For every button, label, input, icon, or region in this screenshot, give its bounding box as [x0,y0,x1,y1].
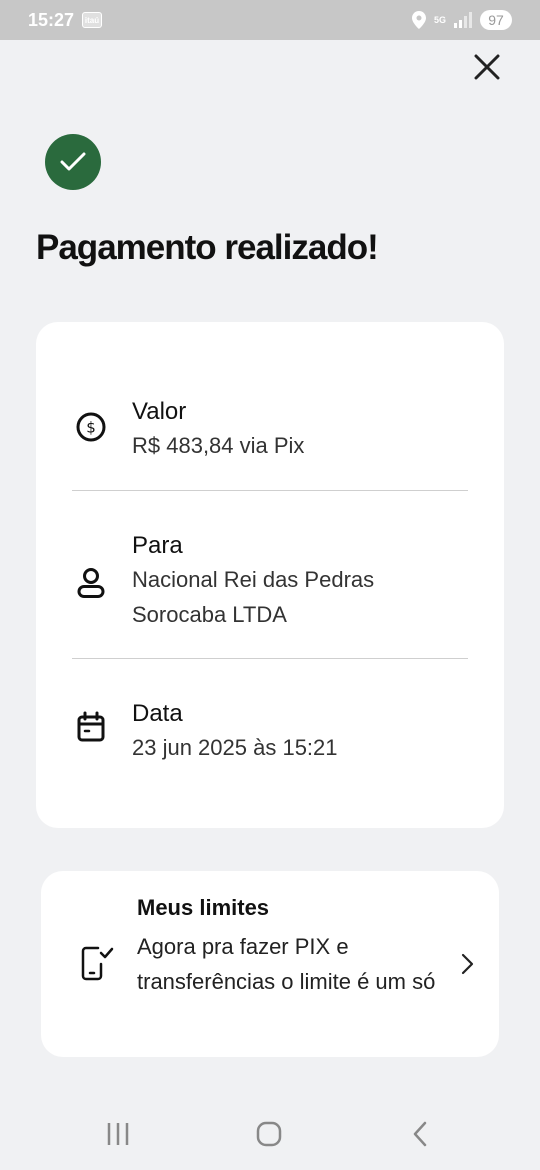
svg-text:$: $ [86,419,96,437]
data-label: Data [132,700,183,727]
person-icon [74,566,108,600]
recent-apps-icon [107,1123,129,1145]
para-label: Para [132,532,183,559]
detail-text-para: Para Nacional Rei das Pedras Sorocaba LT… [132,530,482,632]
limits-title: Meus limites [137,895,270,920]
back-button[interactable] [400,1118,440,1150]
back-icon [413,1121,427,1147]
detail-text-data: Data 23 jun 2025 às 15:21 [132,698,482,765]
check-icon [60,152,86,171]
status-time: 15:27 [28,9,75,30]
detail-text-valor: Valor R$ 483,84 via Pix [132,396,482,463]
close-button[interactable] [470,50,504,84]
phone-check-icon [79,943,115,983]
status-right: 5G 97 [411,10,512,30]
calendar-icon [74,710,108,744]
location-icon [411,11,426,29]
home-button[interactable] [249,1118,289,1150]
battery-indicator: 97 [480,10,512,30]
signal-icon [454,12,472,28]
page-title: Pagamento realizado! [36,228,379,267]
valor-value: R$ 483,84 via Pix [132,433,305,458]
network-type: 5G [433,14,446,25]
system-nav-bar [0,1100,540,1170]
payment-details-card: $ Valor R$ 483,84 via Pix Para Nacional … [36,322,504,828]
para-value-line1: Nacional Rei das Pedras [132,567,375,592]
limits-description: Agora pra fazer PIX e transferências o l… [137,934,436,994]
home-icon [256,1121,282,1147]
status-bar: 15:27 itaú 5G 97 [0,0,540,40]
dollar-coin-icon: $ [74,410,108,444]
divider [72,490,468,491]
chevron-right-icon [461,953,474,975]
success-badge [45,134,101,190]
itau-notification-icon: itaú [82,12,103,28]
close-icon [474,54,500,80]
valor-label: Valor [132,398,187,425]
divider [72,658,468,659]
status-left: 15:27 itaú [28,9,103,31]
data-value: 23 jun 2025 às 15:21 [132,735,338,760]
recent-apps-button[interactable] [98,1118,138,1150]
my-limits-card[interactable]: Meus limites Agora pra fazer PIX e trans… [41,871,499,1057]
para-value-line2: Sorocaba LTDA [132,602,287,627]
